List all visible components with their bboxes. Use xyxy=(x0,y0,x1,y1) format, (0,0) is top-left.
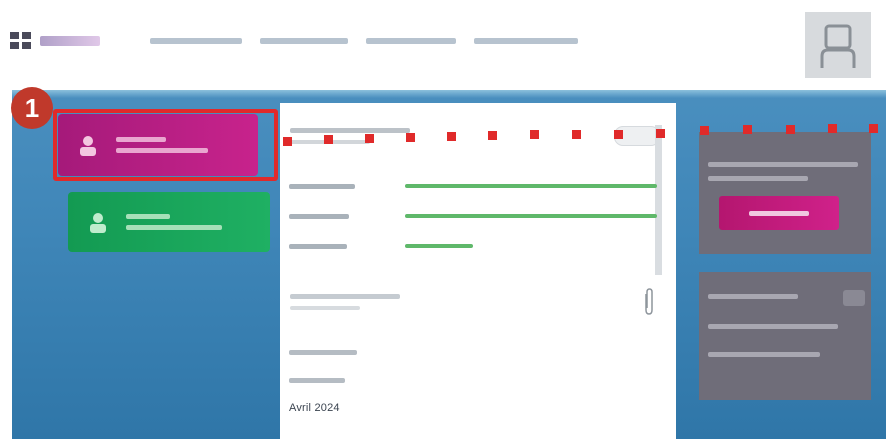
main-nav xyxy=(150,38,578,44)
details-panel xyxy=(280,103,676,439)
row-3-progress xyxy=(405,244,473,248)
right-panel-action-button-label xyxy=(749,210,809,216)
panel-title xyxy=(290,128,410,133)
row-3-label xyxy=(289,244,347,249)
right-panel-top-line-2 xyxy=(708,176,808,181)
nav-item-1[interactable] xyxy=(150,38,242,44)
list-item-2 xyxy=(289,378,345,383)
user-avatar-icon xyxy=(820,24,856,68)
tile-secondary-text xyxy=(126,214,222,230)
user-avatar[interactable] xyxy=(805,12,871,78)
right-panel-action-button[interactable] xyxy=(719,196,839,230)
row-1-progress xyxy=(405,184,657,188)
row-2-progress xyxy=(405,214,657,218)
right-panel-top xyxy=(699,132,871,254)
right-panel-bottom-line-2 xyxy=(708,324,838,329)
right-panel-top-line-1 xyxy=(708,162,858,167)
nav-item-4[interactable] xyxy=(474,38,578,44)
nav-item-2[interactable] xyxy=(260,38,348,44)
row-2-label xyxy=(289,214,349,219)
top-bar xyxy=(0,0,886,90)
logo-wordmark xyxy=(40,36,100,46)
right-panel-bottom-line-1 xyxy=(708,294,798,299)
step-highlight-frame xyxy=(53,109,278,181)
paperclip-icon[interactable] xyxy=(642,288,656,316)
logo-mark-icon xyxy=(10,32,34,50)
right-panel-bottom-line-3 xyxy=(708,352,820,357)
date-label: Avril 2024 xyxy=(289,402,340,414)
step-number-badge: 1 xyxy=(11,87,53,129)
panel-toggle[interactable] xyxy=(614,126,660,146)
logo[interactable] xyxy=(10,30,110,52)
nav-item-3[interactable] xyxy=(366,38,456,44)
tile-secondary[interactable] xyxy=(68,192,270,252)
panel-subtitle xyxy=(290,140,370,144)
right-panel-small-button[interactable] xyxy=(843,290,865,306)
subsection-subtitle xyxy=(290,306,360,310)
subsection-title xyxy=(290,294,400,299)
user-icon xyxy=(90,213,106,233)
panel-scrollbar[interactable] xyxy=(655,125,662,275)
row-1-label xyxy=(289,184,355,189)
list-item-1 xyxy=(289,350,357,355)
